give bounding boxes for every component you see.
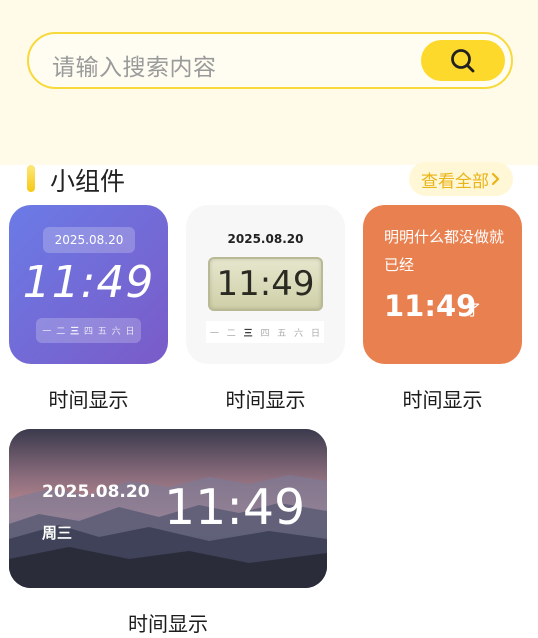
weekday: 一	[42, 327, 52, 337]
widget-time: 11:49	[164, 479, 306, 536]
lcd-display: 11:49	[208, 257, 323, 311]
weekday: 五	[277, 328, 287, 339]
search-icon	[451, 48, 475, 72]
weekday: 五	[97, 327, 107, 337]
search-bar[interactable]: 请输入搜索内容	[27, 32, 513, 89]
weekday: 二	[56, 327, 66, 337]
weekday-strip: 一 二 三 四 五 六 日	[36, 318, 141, 343]
section-accent-bar	[27, 165, 35, 192]
widget-time: 11:49	[216, 264, 315, 304]
widget-message: 明明什么都没做就已经	[384, 228, 505, 274]
widget-label[interactable]: 时间显示	[363, 384, 522, 413]
weekday-strip: 一 二 三 四 五 六 日	[206, 321, 324, 343]
weekday: 四	[260, 328, 270, 339]
weekday: 二	[226, 328, 236, 339]
weekday-active: 三	[243, 328, 253, 339]
widget-card-text-clock[interactable]: 明明什么都没做就已经 11:49 了	[363, 205, 522, 364]
widget-time: 11:49	[384, 289, 477, 323]
widget-suffix: 了	[466, 301, 482, 319]
widget-weekday: 周三	[42, 524, 73, 542]
widget-label[interactable]: 时间显示	[9, 384, 168, 413]
widget-card-lcd-clock[interactable]: 2025.08.20 11:49 一 二 三 四 五 六 日	[186, 205, 345, 364]
section-title: 小组件	[50, 167, 126, 196]
weekday: 六	[294, 328, 304, 339]
widget-card-landscape-clock[interactable]: 2025.08.20 周三 11:49	[9, 429, 327, 588]
search-button[interactable]	[421, 40, 505, 81]
chevron-right-icon	[491, 172, 500, 186]
widget-date: 2025.08.20	[42, 482, 150, 502]
widget-date: 2025.08.20	[227, 232, 304, 246]
widget-date: 2025.08.20	[43, 227, 135, 253]
weekday: 日	[310, 328, 320, 339]
widget-label[interactable]: 时间显示	[186, 384, 345, 413]
widget-card-gradient-clock[interactable]: 2025.08.20 11:49 一 二 三 四 五 六 日	[9, 205, 168, 364]
widget-time: 11:49	[22, 257, 155, 308]
search-input[interactable]: 请输入搜索内容	[52, 48, 217, 82]
weekday: 四	[83, 327, 93, 337]
weekday: 日	[125, 327, 135, 337]
view-all-label: 查看全部	[421, 171, 489, 192]
weekday: 一	[209, 328, 219, 339]
widget-label[interactable]: 时间显示	[9, 608, 327, 637]
weekday: 六	[111, 327, 121, 337]
weekday-active: 三	[70, 327, 80, 337]
view-all-button[interactable]: 查看全部	[409, 162, 513, 196]
